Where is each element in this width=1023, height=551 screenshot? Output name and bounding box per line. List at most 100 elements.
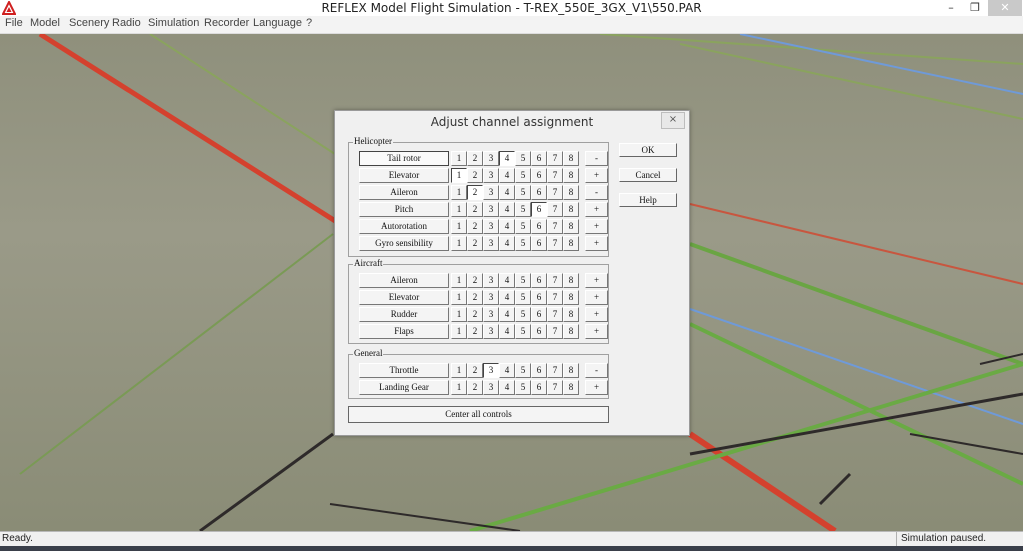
channel-8-button[interactable]: 8: [563, 290, 579, 305]
channel-8-button[interactable]: 8: [563, 236, 579, 251]
channel-2-button[interactable]: 2: [467, 363, 483, 378]
channel-8-button[interactable]: 8: [563, 324, 579, 339]
channel-7-button[interactable]: 7: [547, 168, 563, 183]
channel-4-button[interactable]: 4: [499, 185, 515, 200]
channel-4-button[interactable]: 4: [499, 236, 515, 251]
channel-4-button[interactable]: 4: [499, 273, 515, 288]
function-button[interactable]: Aileron: [359, 273, 449, 288]
channel-2-button[interactable]: 2: [467, 185, 483, 200]
channel-2-button[interactable]: 2: [467, 273, 483, 288]
ok-button[interactable]: OK: [619, 143, 677, 157]
channel-3-button[interactable]: 3: [483, 202, 499, 217]
menu-language[interactable]: Language: [253, 17, 302, 29]
channel-6-button[interactable]: 6: [531, 273, 547, 288]
channel-1-button[interactable]: 1: [451, 307, 467, 322]
reverse-toggle-button[interactable]: +: [585, 324, 608, 339]
channel-8-button[interactable]: 8: [563, 168, 579, 183]
channel-6-button[interactable]: 6: [531, 363, 547, 378]
channel-6-button[interactable]: 6: [531, 236, 547, 251]
channel-1-button[interactable]: 1: [451, 236, 467, 251]
menu-scenery[interactable]: Scenery: [69, 17, 109, 29]
channel-5-button[interactable]: 5: [515, 168, 531, 183]
channel-1-button[interactable]: 1: [451, 273, 467, 288]
function-button[interactable]: Rudder: [359, 307, 449, 322]
channel-3-button[interactable]: 3: [483, 236, 499, 251]
reverse-toggle-button[interactable]: +: [585, 290, 608, 305]
menu-file[interactable]: File: [5, 17, 23, 29]
menu-recorder[interactable]: Recorder: [204, 17, 249, 29]
channel-5-button[interactable]: 5: [515, 151, 531, 166]
channel-6-button[interactable]: 6: [531, 307, 547, 322]
channel-7-button[interactable]: 7: [547, 202, 563, 217]
channel-3-button[interactable]: 3: [483, 219, 499, 234]
close-window-button[interactable]: ✕: [988, 0, 1022, 16]
channel-2-button[interactable]: 2: [467, 324, 483, 339]
channel-1-button[interactable]: 1: [451, 363, 467, 378]
channel-3-button[interactable]: 3: [483, 273, 499, 288]
channel-2-button[interactable]: 2: [467, 236, 483, 251]
channel-4-button[interactable]: 4: [499, 290, 515, 305]
channel-8-button[interactable]: 8: [563, 219, 579, 234]
channel-1-button[interactable]: 1: [451, 151, 467, 166]
channel-4-button[interactable]: 4: [499, 363, 515, 378]
channel-6-button[interactable]: 6: [531, 151, 547, 166]
channel-8-button[interactable]: 8: [563, 273, 579, 288]
center-all-controls-button[interactable]: Center all controls: [348, 406, 609, 423]
function-button[interactable]: Autorotation: [359, 219, 449, 234]
channel-7-button[interactable]: 7: [547, 363, 563, 378]
reverse-toggle-button[interactable]: +: [585, 307, 608, 322]
channel-1-button[interactable]: 1: [451, 168, 467, 183]
menu-help[interactable]: ?: [306, 17, 312, 29]
channel-3-button[interactable]: 3: [483, 380, 499, 395]
channel-7-button[interactable]: 7: [547, 307, 563, 322]
channel-3-button[interactable]: 3: [483, 151, 499, 166]
channel-8-button[interactable]: 8: [563, 380, 579, 395]
channel-3-button[interactable]: 3: [483, 185, 499, 200]
channel-5-button[interactable]: 5: [515, 380, 531, 395]
function-button[interactable]: Tail rotor: [359, 151, 449, 166]
function-button[interactable]: Elevator: [359, 290, 449, 305]
channel-7-button[interactable]: 7: [547, 273, 563, 288]
channel-6-button[interactable]: 6: [531, 219, 547, 234]
channel-4-button[interactable]: 4: [499, 151, 515, 166]
reverse-toggle-button[interactable]: +: [585, 236, 608, 251]
reverse-toggle-button[interactable]: +: [585, 202, 608, 217]
channel-2-button[interactable]: 2: [467, 307, 483, 322]
channel-1-button[interactable]: 1: [451, 290, 467, 305]
channel-2-button[interactable]: 2: [467, 219, 483, 234]
channel-5-button[interactable]: 5: [515, 202, 531, 217]
channel-8-button[interactable]: 8: [563, 202, 579, 217]
minimize-button[interactable]: –: [940, 0, 962, 16]
channel-4-button[interactable]: 4: [499, 202, 515, 217]
channel-3-button[interactable]: 3: [483, 307, 499, 322]
channel-5-button[interactable]: 5: [515, 290, 531, 305]
restore-button[interactable]: ❐: [964, 0, 986, 16]
channel-1-button[interactable]: 1: [451, 185, 467, 200]
channel-7-button[interactable]: 7: [547, 380, 563, 395]
channel-8-button[interactable]: 8: [563, 185, 579, 200]
reverse-toggle-button[interactable]: -: [585, 151, 608, 166]
function-button[interactable]: Flaps: [359, 324, 449, 339]
channel-2-button[interactable]: 2: [467, 290, 483, 305]
channel-1-button[interactable]: 1: [451, 202, 467, 217]
channel-1-button[interactable]: 1: [451, 324, 467, 339]
channel-6-button[interactable]: 6: [531, 324, 547, 339]
channel-8-button[interactable]: 8: [563, 307, 579, 322]
channel-2-button[interactable]: 2: [467, 151, 483, 166]
channel-6-button[interactable]: 6: [531, 168, 547, 183]
channel-7-button[interactable]: 7: [547, 151, 563, 166]
channel-5-button[interactable]: 5: [515, 363, 531, 378]
channel-3-button[interactable]: 3: [483, 363, 499, 378]
channel-5-button[interactable]: 5: [515, 273, 531, 288]
channel-2-button[interactable]: 2: [467, 380, 483, 395]
channel-5-button[interactable]: 5: [515, 307, 531, 322]
channel-5-button[interactable]: 5: [515, 219, 531, 234]
channel-2-button[interactable]: 2: [467, 202, 483, 217]
channel-1-button[interactable]: 1: [451, 380, 467, 395]
menu-simulation[interactable]: Simulation: [148, 17, 199, 29]
channel-4-button[interactable]: 4: [499, 307, 515, 322]
function-button[interactable]: Throttle: [359, 363, 449, 378]
help-button[interactable]: Help: [619, 193, 677, 207]
reverse-toggle-button[interactable]: +: [585, 380, 608, 395]
reverse-toggle-button[interactable]: -: [585, 363, 608, 378]
